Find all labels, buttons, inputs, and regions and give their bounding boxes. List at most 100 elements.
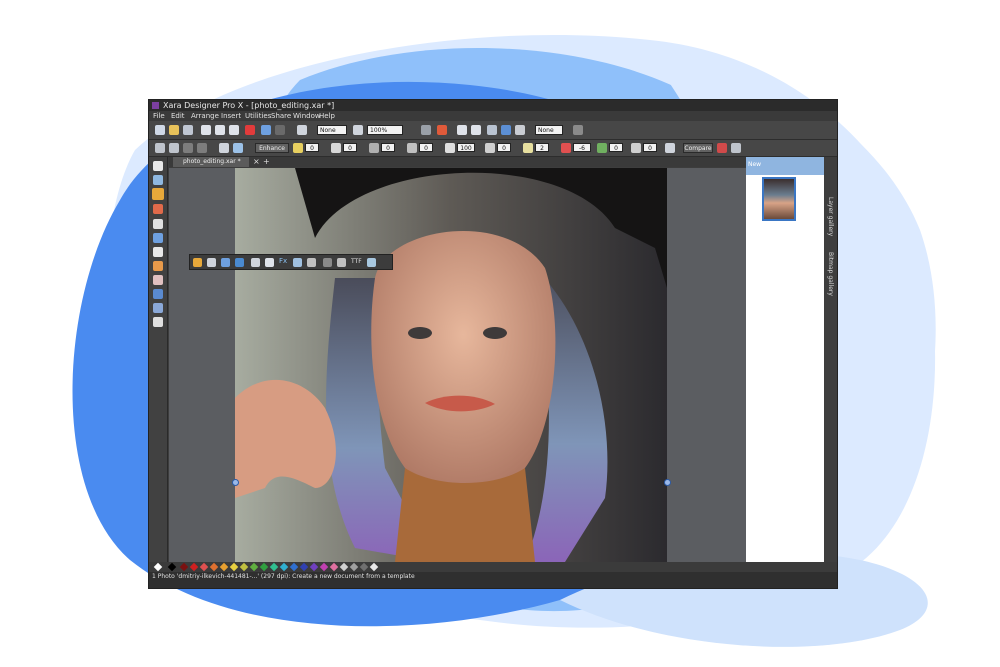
previous-icon[interactable] (183, 143, 193, 153)
swatch-light-red[interactable] (199, 562, 209, 572)
settings-icon[interactable] (731, 143, 741, 153)
swatch-black[interactable] (167, 562, 177, 572)
top-align-icon[interactable] (337, 258, 346, 267)
export-icon[interactable] (307, 258, 316, 267)
quality-select[interactable]: None (535, 125, 563, 135)
swatch-white-gray[interactable] (369, 562, 379, 572)
swatch-green[interactable] (249, 562, 259, 572)
save-icon[interactable] (183, 125, 193, 135)
link-icon[interactable] (487, 125, 497, 135)
swatch-orange[interactable] (209, 562, 219, 572)
menu-insert[interactable]: Insert (221, 111, 241, 121)
swatch-red[interactable] (189, 562, 199, 572)
saturation-value[interactable]: 0 (381, 143, 395, 152)
menu-share[interactable]: Share (271, 111, 291, 121)
swatch-dark-gray[interactable] (359, 562, 369, 572)
transparency-tool-icon[interactable] (153, 275, 163, 285)
text-tool-icon[interactable] (153, 247, 163, 257)
swatch-light-gray[interactable] (339, 562, 349, 572)
new-tab-icon[interactable]: + (263, 157, 270, 167)
clipboard-icon[interactable] (229, 125, 239, 135)
menu-edit[interactable]: Edit (171, 111, 185, 121)
swatch-gray[interactable] (349, 562, 359, 572)
undo-icon[interactable] (261, 125, 271, 135)
compare-button[interactable]: Compare (683, 143, 713, 153)
swatch-pink[interactable] (329, 562, 339, 572)
menu-utilities[interactable]: Utilities (245, 111, 271, 121)
fx-button[interactable]: Fx (279, 257, 287, 265)
rotate-right-icon[interactable] (169, 143, 179, 153)
node-tool-icon[interactable] (153, 175, 163, 185)
swatch-cyan[interactable] (279, 562, 289, 572)
eraser-tool-icon[interactable] (153, 204, 163, 214)
magnify-icon[interactable] (219, 143, 229, 153)
swatch-magenta[interactable] (319, 562, 329, 572)
contour-tool-icon[interactable] (153, 303, 163, 313)
contrast-value[interactable]: 0 (343, 143, 357, 152)
crop-icon[interactable] (207, 258, 216, 267)
magnet-snap-icon[interactable] (437, 125, 447, 135)
swatch-purple[interactable] (309, 562, 319, 572)
tab-close-icon[interactable]: × (253, 157, 260, 167)
camera-icon[interactable] (665, 143, 675, 153)
fill-tool-icon[interactable] (153, 261, 163, 271)
layer-gallery-tab[interactable]: Layer gallery (827, 197, 834, 236)
open-icon[interactable] (169, 125, 179, 135)
gallery-new-label[interactable]: New (748, 161, 761, 168)
paste-icon[interactable] (215, 125, 225, 135)
swatch-amber[interactable] (219, 562, 229, 572)
menu-window[interactable]: Window (293, 111, 321, 121)
blur-value[interactable]: 0 (643, 143, 657, 152)
swatch-teal[interactable] (269, 562, 279, 572)
opacity-value[interactable]: 100 (457, 143, 475, 152)
enhance-button[interactable]: Enhance (255, 143, 289, 153)
new-document-icon[interactable] (155, 125, 165, 135)
align-icon[interactable] (323, 258, 332, 267)
ruler-icon[interactable] (421, 125, 431, 135)
trace-icon[interactable] (367, 258, 376, 267)
selector-tool-icon[interactable] (153, 161, 163, 171)
swatch-blue[interactable] (289, 562, 299, 572)
delete-icon[interactable] (245, 125, 255, 135)
brightness-value[interactable]: 0 (305, 143, 319, 152)
page-thumbnail[interactable] (762, 177, 796, 221)
rectangle-tool-icon[interactable] (153, 233, 163, 243)
line-style-select[interactable]: None (317, 125, 347, 135)
swatch-none[interactable] (153, 562, 163, 572)
eye-icon[interactable] (265, 258, 274, 267)
swatch-dark-green[interactable] (259, 562, 269, 572)
menu-help[interactable]: Help (319, 111, 335, 121)
export-icon[interactable] (471, 125, 481, 135)
rotate-left-icon[interactable] (155, 143, 165, 153)
color-balance-value[interactable]: -6 (573, 143, 591, 152)
hue-value[interactable]: 0 (609, 143, 623, 152)
image-icon[interactable] (293, 258, 302, 267)
pen-tool-icon[interactable] (153, 219, 163, 229)
preview-icon[interactable] (515, 125, 525, 135)
brush-icon[interactable] (251, 258, 260, 267)
next-icon[interactable] (197, 143, 207, 153)
swatch-yellow[interactable] (229, 562, 239, 572)
import-icon[interactable] (457, 125, 467, 135)
selection-handle-right[interactable] (664, 479, 671, 486)
ttf-button[interactable]: TTF (351, 258, 362, 265)
selection-handle-left[interactable] (232, 479, 239, 486)
blend-tool-icon[interactable] (153, 317, 163, 327)
sharpen-value[interactable]: 2 (535, 143, 549, 152)
zoom-select[interactable]: 100% (367, 125, 403, 135)
swatch-olive[interactable] (239, 562, 249, 572)
web-icon[interactable] (501, 125, 511, 135)
close-x-icon[interactable] (235, 258, 244, 267)
hierarchy-icon[interactable] (221, 258, 230, 267)
menu-arrange[interactable]: Arrange (191, 111, 219, 121)
document-canvas[interactable]: Fx TTF (169, 168, 747, 562)
redo-icon[interactable] (275, 125, 285, 135)
swatch-maroon[interactable] (179, 562, 189, 572)
menu-file[interactable]: File (153, 111, 165, 121)
photo-select-icon[interactable] (193, 258, 202, 267)
tab-photo-editing[interactable]: photo_editing.xar * (173, 157, 249, 167)
arrow-right-icon[interactable] (573, 125, 583, 135)
photo-tool-icon[interactable] (152, 188, 164, 200)
copy-icon[interactable] (201, 125, 211, 135)
zoom-page-icon[interactable] (297, 125, 307, 135)
